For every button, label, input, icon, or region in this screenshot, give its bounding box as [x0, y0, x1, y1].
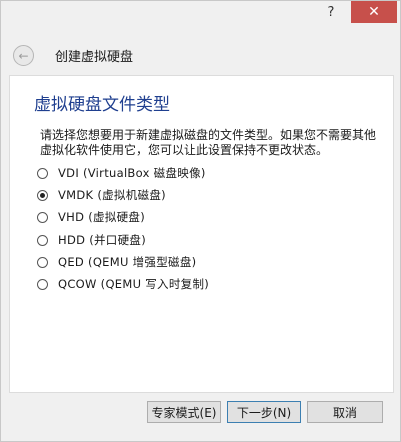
close-button[interactable]: ✕ [351, 1, 397, 23]
wizard-page: 虚拟硬盘文件类型 请选择您想要用于新建虚拟磁盘的文件类型。如果您不需要其他虚拟化… [9, 75, 394, 393]
cancel-button[interactable]: 取消 [307, 401, 383, 423]
wizard-header: ← 创建虚拟硬盘 [1, 35, 400, 75]
option-hdd[interactable]: HDD (并口硬盘) [37, 232, 146, 248]
help-button[interactable]: ? [317, 1, 345, 23]
radio-icon[interactable] [37, 234, 48, 246]
option-label: VHD (虚拟硬盘) [58, 210, 145, 224]
option-qcow[interactable]: QCOW (QEMU 写入时复制) [37, 276, 209, 292]
close-icon: ✕ [368, 4, 380, 20]
button-bar: 专家模式(E) 下一步(N) 取消 [1, 393, 400, 441]
radio-icon[interactable] [37, 167, 48, 179]
option-vhd[interactable]: VHD (虚拟硬盘) [37, 209, 145, 225]
option-label: HDD (并口硬盘) [58, 233, 146, 247]
page-description: 请选择您想要用于新建虚拟磁盘的文件类型。如果您不需要其他虚拟化软件使用它，您可以… [40, 128, 377, 157]
back-arrow-icon: ← [18, 48, 29, 63]
radio-checked-icon[interactable] [37, 189, 48, 201]
title-bar: ? ✕ [1, 1, 400, 33]
option-label: QCOW (QEMU 写入时复制) [58, 277, 210, 291]
dialog-window: ? ✕ ← 创建虚拟硬盘 虚拟硬盘文件类型 请选择您想要用于新建虚拟磁盘的文件类… [0, 0, 401, 442]
radio-icon[interactable] [37, 278, 48, 290]
radio-icon[interactable] [37, 211, 48, 223]
expert-mode-button[interactable]: 专家模式(E) [147, 401, 221, 423]
back-button[interactable]: ← [13, 45, 34, 66]
help-icon: ? [327, 4, 335, 20]
option-qed[interactable]: QED (QEMU 增强型磁盘) [37, 254, 196, 270]
option-label: QED (QEMU 增强型磁盘) [58, 255, 197, 269]
page-title: 虚拟硬盘文件类型 [34, 95, 170, 115]
option-label: VDI (VirtualBox 磁盘映像) [58, 166, 206, 180]
option-vdi[interactable]: VDI (VirtualBox 磁盘映像) [37, 165, 206, 181]
next-button[interactable]: 下一步(N) [227, 401, 301, 423]
option-label: VMDK (虚拟机磁盘) [58, 188, 166, 202]
option-vmdk[interactable]: VMDK (虚拟机磁盘) [37, 187, 166, 203]
wizard-title: 创建虚拟硬盘 [55, 50, 134, 65]
radio-icon[interactable] [37, 256, 48, 268]
